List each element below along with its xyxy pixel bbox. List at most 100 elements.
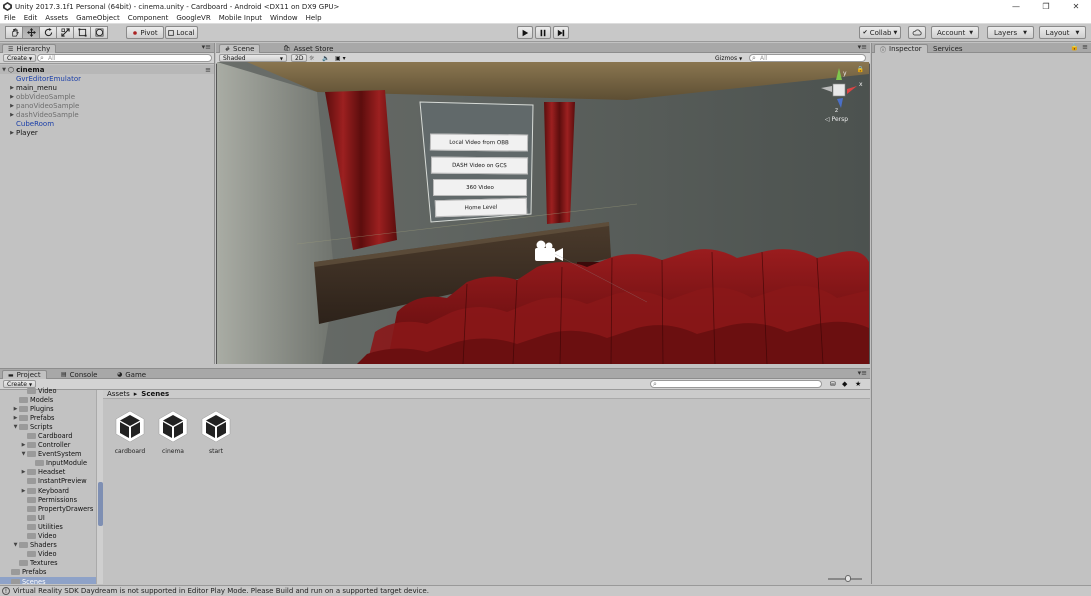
folder-tree-item[interactable]: Models bbox=[0, 395, 96, 404]
folder-tree-item[interactable]: InstantPreview bbox=[0, 477, 96, 486]
scale-tool-icon[interactable] bbox=[56, 26, 74, 39]
effects-dropdown[interactable]: ▣ ▾ bbox=[332, 54, 349, 62]
folder-tree-item[interactable]: Video bbox=[0, 550, 96, 559]
tab-console[interactable]: ▤ Console bbox=[56, 370, 102, 379]
scene-viewport[interactable]: y x z Local Video from OBB DASH Video on… bbox=[217, 62, 869, 364]
account-dropdown[interactable]: Account ▼ bbox=[931, 26, 979, 39]
tab-services[interactable]: Services bbox=[928, 44, 968, 53]
panel-menu-icon[interactable]: ▾≡ bbox=[858, 369, 867, 377]
tab-project[interactable]: ▬ Project bbox=[2, 370, 47, 379]
folder-tree-item[interactable]: ▶ Plugins bbox=[0, 404, 96, 413]
collapsed-arrow-icon[interactable]: ▶ bbox=[20, 469, 27, 475]
play-button[interactable] bbox=[517, 26, 533, 39]
slider-knob[interactable] bbox=[845, 575, 851, 582]
local-toggle-button[interactable]: Local bbox=[165, 26, 198, 39]
lighting-toggle[interactable]: ☼ bbox=[306, 54, 317, 62]
close-icon[interactable]: ✕ bbox=[1061, 0, 1091, 13]
menu-gameobject[interactable]: GameObject bbox=[76, 14, 120, 22]
collapsed-arrow-icon[interactable]: ▶ bbox=[8, 94, 16, 100]
hierarchy-item[interactable]: ▶ main_menu bbox=[0, 83, 214, 92]
expanded-arrow-icon[interactable]: ▼ bbox=[12, 542, 19, 548]
menu-file[interactable]: File bbox=[4, 14, 16, 22]
panel-menu-icon[interactable]: ▾≡ bbox=[202, 43, 211, 51]
menu-button-local-video[interactable]: Local Video from OBB bbox=[429, 133, 529, 152]
collab-dropdown[interactable]: ✔ Collab ▼ bbox=[859, 26, 901, 39]
hierarchy-item[interactable]: ▶ obbVideoSample bbox=[0, 92, 214, 101]
folder-tree-item[interactable]: ▶ Controller bbox=[0, 441, 96, 450]
layout-dropdown[interactable]: Layout ▼ bbox=[1039, 26, 1086, 39]
pivot-toggle-button[interactable]: Pivot bbox=[126, 26, 164, 39]
menu-help[interactable]: Help bbox=[306, 14, 322, 22]
folder-tree-item[interactable]: UI bbox=[0, 513, 96, 522]
folder-tree-item[interactable]: Video bbox=[0, 386, 96, 395]
hierarchy-create-dropdown[interactable]: Create ▼ bbox=[3, 54, 37, 62]
project-tree-scrollbar[interactable] bbox=[96, 390, 103, 584]
tab-hierarchy[interactable]: ☰ Hierarchy bbox=[2, 44, 57, 53]
folder-tree-item[interactable]: PropertyDrawers bbox=[0, 504, 96, 513]
menu-button-360-video[interactable]: 360 Video bbox=[433, 179, 527, 196]
folder-tree-item[interactable]: Utilities bbox=[0, 522, 96, 531]
menu-component[interactable]: Component bbox=[128, 14, 169, 22]
menu-button-dash-video[interactable]: DASH Video on GCS bbox=[430, 156, 529, 175]
tab-game[interactable]: ◕ Game bbox=[112, 370, 151, 379]
menu-googlevr[interactable]: GoogleVR bbox=[176, 14, 210, 22]
filter-type-icon[interactable]: ⛁ bbox=[830, 380, 836, 388]
folder-tree-item[interactable]: ▶ Keyboard bbox=[0, 486, 96, 495]
collapsed-arrow-icon[interactable]: ▶ bbox=[8, 103, 16, 109]
collapsed-arrow-icon[interactable]: ▶ bbox=[12, 415, 19, 421]
collapsed-arrow-icon[interactable]: ▶ bbox=[20, 488, 27, 494]
shading-mode-dropdown[interactable]: Shaded ▼ bbox=[219, 54, 287, 62]
status-bar[interactable]: ! Virtual Reality SDK Daydream is not su… bbox=[0, 585, 1091, 596]
folder-tree-item[interactable]: ▶ Prefabs bbox=[0, 413, 96, 422]
pause-button[interactable] bbox=[535, 26, 551, 39]
scene-asset-tile[interactable]: cardboard bbox=[111, 409, 149, 455]
hierarchy-item[interactable]: GvrEditorEmulator bbox=[0, 74, 214, 83]
menu-edit[interactable]: Edit bbox=[24, 14, 38, 22]
step-button[interactable] bbox=[553, 26, 569, 39]
folder-tree-item[interactable]: Scenes bbox=[0, 576, 96, 584]
favorite-star-icon[interactable]: ★ bbox=[855, 380, 861, 388]
menu-window[interactable]: Window bbox=[270, 14, 298, 22]
hand-tool-icon[interactable] bbox=[5, 26, 23, 39]
folder-tree-item[interactable]: ▼ Scripts bbox=[0, 422, 96, 431]
folder-tree-item[interactable]: Cardboard bbox=[0, 431, 96, 440]
move-tool-icon[interactable] bbox=[22, 26, 40, 39]
breadcrumb-root[interactable]: Assets bbox=[107, 390, 130, 398]
filter-label-icon[interactable]: ◆ bbox=[842, 380, 847, 388]
folder-tree-item[interactable]: Textures bbox=[0, 559, 96, 568]
rotate-tool-icon[interactable] bbox=[39, 26, 57, 39]
tab-scene[interactable]: # Scene bbox=[219, 44, 261, 53]
folder-tree-item[interactable]: ▼ EventSystem bbox=[0, 450, 96, 459]
project-search-input[interactable]: ⌕ bbox=[650, 380, 822, 388]
scene-search-input[interactable]: ⌕ All bbox=[749, 54, 866, 62]
tab-asset-store[interactable]: 🛍 Asset Store bbox=[278, 44, 339, 53]
menu-assets[interactable]: Assets bbox=[45, 14, 68, 22]
gizmos-dropdown[interactable]: Gizmos ▼ bbox=[712, 54, 745, 62]
expanded-arrow-icon[interactable]: ▼ bbox=[20, 451, 27, 457]
folder-tree-item[interactable]: ▶ Headset bbox=[0, 468, 96, 477]
persp-label[interactable]: ◁ Persp bbox=[825, 116, 848, 123]
folder-tree-item[interactable]: Permissions bbox=[0, 495, 96, 504]
icon-size-slider[interactable] bbox=[828, 575, 862, 582]
lock-icon[interactable]: 🔒 bbox=[1070, 43, 1079, 51]
hierarchy-item[interactable]: ▶ Player bbox=[0, 128, 214, 137]
folder-tree-item[interactable]: Prefabs bbox=[0, 568, 96, 577]
hierarchy-search-input[interactable]: ⌕ All bbox=[37, 54, 212, 62]
hierarchy-scene-row[interactable]: ▼ ⬡ cinema ≡ bbox=[0, 65, 214, 74]
rect-tool-icon[interactable] bbox=[73, 26, 91, 39]
minimize-icon[interactable]: — bbox=[1001, 0, 1031, 13]
scene-asset-tile[interactable]: cinema bbox=[154, 409, 192, 455]
hierarchy-item[interactable]: ▶ dashVideoSample bbox=[0, 110, 214, 119]
expanded-arrow-icon[interactable]: ▼ bbox=[12, 424, 19, 430]
menu-button-home-level[interactable]: Home Level bbox=[434, 197, 528, 218]
folder-tree-item[interactable]: ▼ Shaders bbox=[0, 541, 96, 550]
hierarchy-item[interactable]: ▶ panoVideoSample bbox=[0, 101, 214, 110]
panel-menu-icon[interactable]: ▾≡ bbox=[858, 43, 867, 51]
expanded-arrow-icon[interactable]: ▼ bbox=[0, 67, 8, 73]
collapsed-arrow-icon[interactable]: ▶ bbox=[8, 85, 16, 91]
scene-options-icon[interactable]: ≡ bbox=[205, 66, 211, 74]
collapsed-arrow-icon[interactable]: ▶ bbox=[20, 442, 27, 448]
folder-tree-item[interactable]: InputModule bbox=[0, 459, 96, 468]
folder-tree-item[interactable]: Video bbox=[0, 532, 96, 541]
collapsed-arrow-icon[interactable]: ▶ bbox=[8, 112, 16, 118]
